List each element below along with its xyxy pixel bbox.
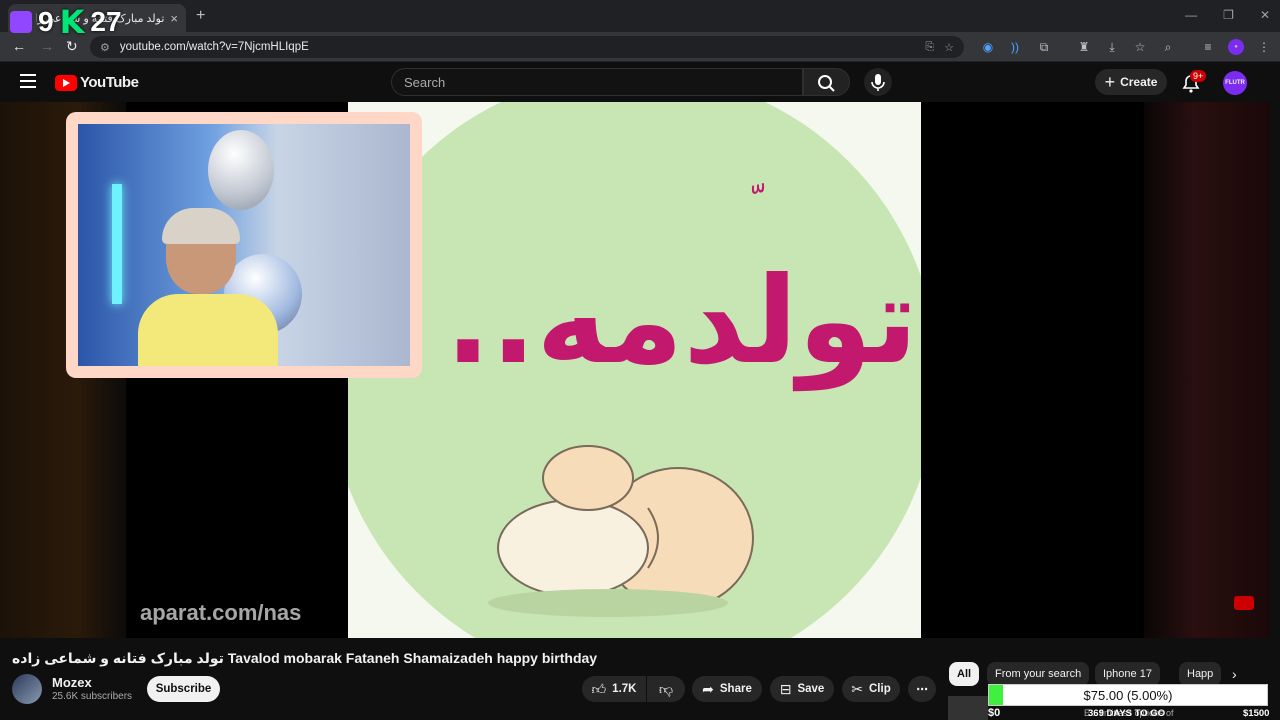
counter-right-value: 27 [90, 6, 122, 37]
bookmarks-icon[interactable]: ☆ [1132, 39, 1148, 55]
video-content: ّ تولدمه.. [348, 102, 921, 638]
notifications-badge: 9+ [1190, 70, 1207, 82]
bookmark-icon: ⊟ [779, 680, 792, 697]
related-video-thumbnail[interactable] [948, 696, 988, 720]
days-to-go: 369 DAYS TO GO [1088, 708, 1166, 719]
counter-k-logo: K [59, 3, 85, 41]
chips-next-arrow-icon[interactable]: › [1232, 666, 1237, 682]
share-button[interactable]: ➦ Share [692, 676, 762, 702]
save-button[interactable]: ⊟ Save [770, 676, 834, 702]
save-label: Save [797, 683, 825, 695]
bookmark-star-icon[interactable]: ☆ [944, 41, 954, 54]
plus-icon: + [1104, 71, 1116, 92]
video-watermark: aparat.com/nas [140, 600, 302, 625]
search-tabs-icon[interactable]: ⌕ [1160, 39, 1176, 55]
streamer-webcam-overlay [66, 112, 422, 378]
goal-target-amount: $1500 [1243, 708, 1270, 719]
chip-happy[interactable]: Happ [1179, 662, 1221, 686]
donation-goal-text: $75.00 (5.00%) [1083, 687, 1173, 703]
chip-from-your-search[interactable]: From your search [987, 662, 1090, 686]
neon-light [112, 184, 122, 304]
search-button[interactable] [803, 68, 850, 96]
stream-counter-overlay: 9 K 27 [10, 2, 122, 42]
youtube-masthead: YouTube Search + Create 9+ FLUTR [0, 62, 1270, 102]
subscribe-button[interactable]: Subscribe [147, 676, 220, 702]
browser-menu-icon[interactable]: ⋮ [1256, 39, 1272, 55]
clip-button[interactable]: ✂ Clip [842, 676, 900, 702]
scissors-icon: ✂ [851, 680, 863, 697]
thumbs-up-icon: 👍︎ [591, 680, 607, 697]
like-count: 1.7K [612, 683, 637, 695]
create-button[interactable]: + Create [1095, 69, 1167, 95]
video-title: تولد مبارک فتانه و شماعی زاده Tavalod mo… [12, 650, 598, 666]
create-label: Create [1120, 75, 1158, 89]
extensions-puzzle-icon[interactable]: ⧉ [1036, 39, 1052, 55]
window-controls: — ❐ ✕ [1185, 8, 1270, 22]
install-app-icon[interactable]: ⎘ [925, 41, 934, 54]
youtube-logo[interactable]: YouTube [55, 74, 139, 91]
share-label: Share [719, 683, 752, 695]
webcam-feed [78, 124, 410, 366]
site-settings-icon[interactable]: ⚙ [100, 41, 110, 54]
counter-left-value: 9 [38, 6, 54, 37]
extension-bot-icon[interactable]: ♜ [1076, 39, 1092, 55]
search-input[interactable]: Search [391, 68, 803, 96]
balloon-graphic [208, 130, 274, 210]
maximize-button[interactable]: ❐ [1223, 8, 1234, 22]
streamer-figure [138, 208, 278, 366]
dislike-button[interactable]: 👎︎ [647, 676, 685, 702]
menu-hamburger-icon[interactable] [20, 74, 36, 88]
donation-goal-footer: $0 E... limitless options of 369 DAYS TO… [988, 706, 1280, 720]
search-icon [818, 75, 835, 92]
microphone-icon [871, 74, 885, 91]
chip-all[interactable]: All [949, 662, 980, 686]
account-avatar[interactable]: FLUTR [1223, 71, 1247, 95]
browser-toolbar: ← → ↻ ⚙ youtube.com/watch?v=7NjcmHLIqpE … [0, 32, 1280, 62]
url-text: youtube.com/watch?v=7NjcmHLIqpE [119, 41, 309, 53]
profile-avatar-icon[interactable]: ● [1228, 39, 1244, 55]
subscribe-watermark-icon[interactable] [1234, 596, 1254, 610]
twitch-icon [10, 11, 32, 33]
donation-goal-bar: $75.00 (5.00%) [988, 684, 1268, 706]
channel-avatar[interactable] [12, 674, 42, 704]
search-placeholder: Search [404, 74, 446, 90]
downloads-icon[interactable]: ⤓ [1104, 39, 1120, 55]
extension-audio-icon[interactable]: )) [1007, 39, 1023, 55]
channel-name[interactable]: Mozex [52, 675, 92, 690]
tab-close-icon[interactable]: × [170, 11, 178, 26]
share-arrow-icon: ➦ [702, 680, 714, 697]
ambient-glow-right [1144, 102, 1270, 638]
subscriber-count: 25.6K subscribers [52, 691, 133, 702]
media-control-icon[interactable]: ≡ [1200, 39, 1216, 55]
goal-start-amount: $0 [988, 707, 1001, 719]
chip-iphone-17[interactable]: Iphone 17 [1095, 662, 1160, 686]
browser-tab-bar: تولد مبارک فتانه و شماعی زاده × + — ❐ ✕ [0, 0, 1280, 32]
youtube-play-icon [55, 74, 77, 91]
thumbs-down-icon: 👎︎ [658, 680, 674, 697]
extension-shield-icon[interactable]: ◉ [980, 39, 996, 55]
minimize-button[interactable]: — [1185, 8, 1197, 22]
close-window-button[interactable]: ✕ [1260, 8, 1270, 22]
voice-search-button[interactable] [864, 68, 892, 96]
new-tab-button[interactable]: + [196, 7, 205, 25]
more-actions-button[interactable]: ⋯ [908, 676, 936, 702]
baby-illustration [488, 445, 754, 617]
video-player[interactable]: ّ تولدمه.. aparat.com/nas [0, 102, 1270, 638]
clip-label: Clip [869, 683, 891, 695]
persian-birthday-text: تولدمه.. [445, 252, 920, 391]
address-bar[interactable]: ⚙ youtube.com/watch?v=7NjcmHLIqpE ⎘ ☆ [90, 36, 964, 58]
like-button[interactable]: 👍︎ 1.7K [582, 676, 646, 702]
youtube-logo-text: YouTube [80, 74, 139, 91]
